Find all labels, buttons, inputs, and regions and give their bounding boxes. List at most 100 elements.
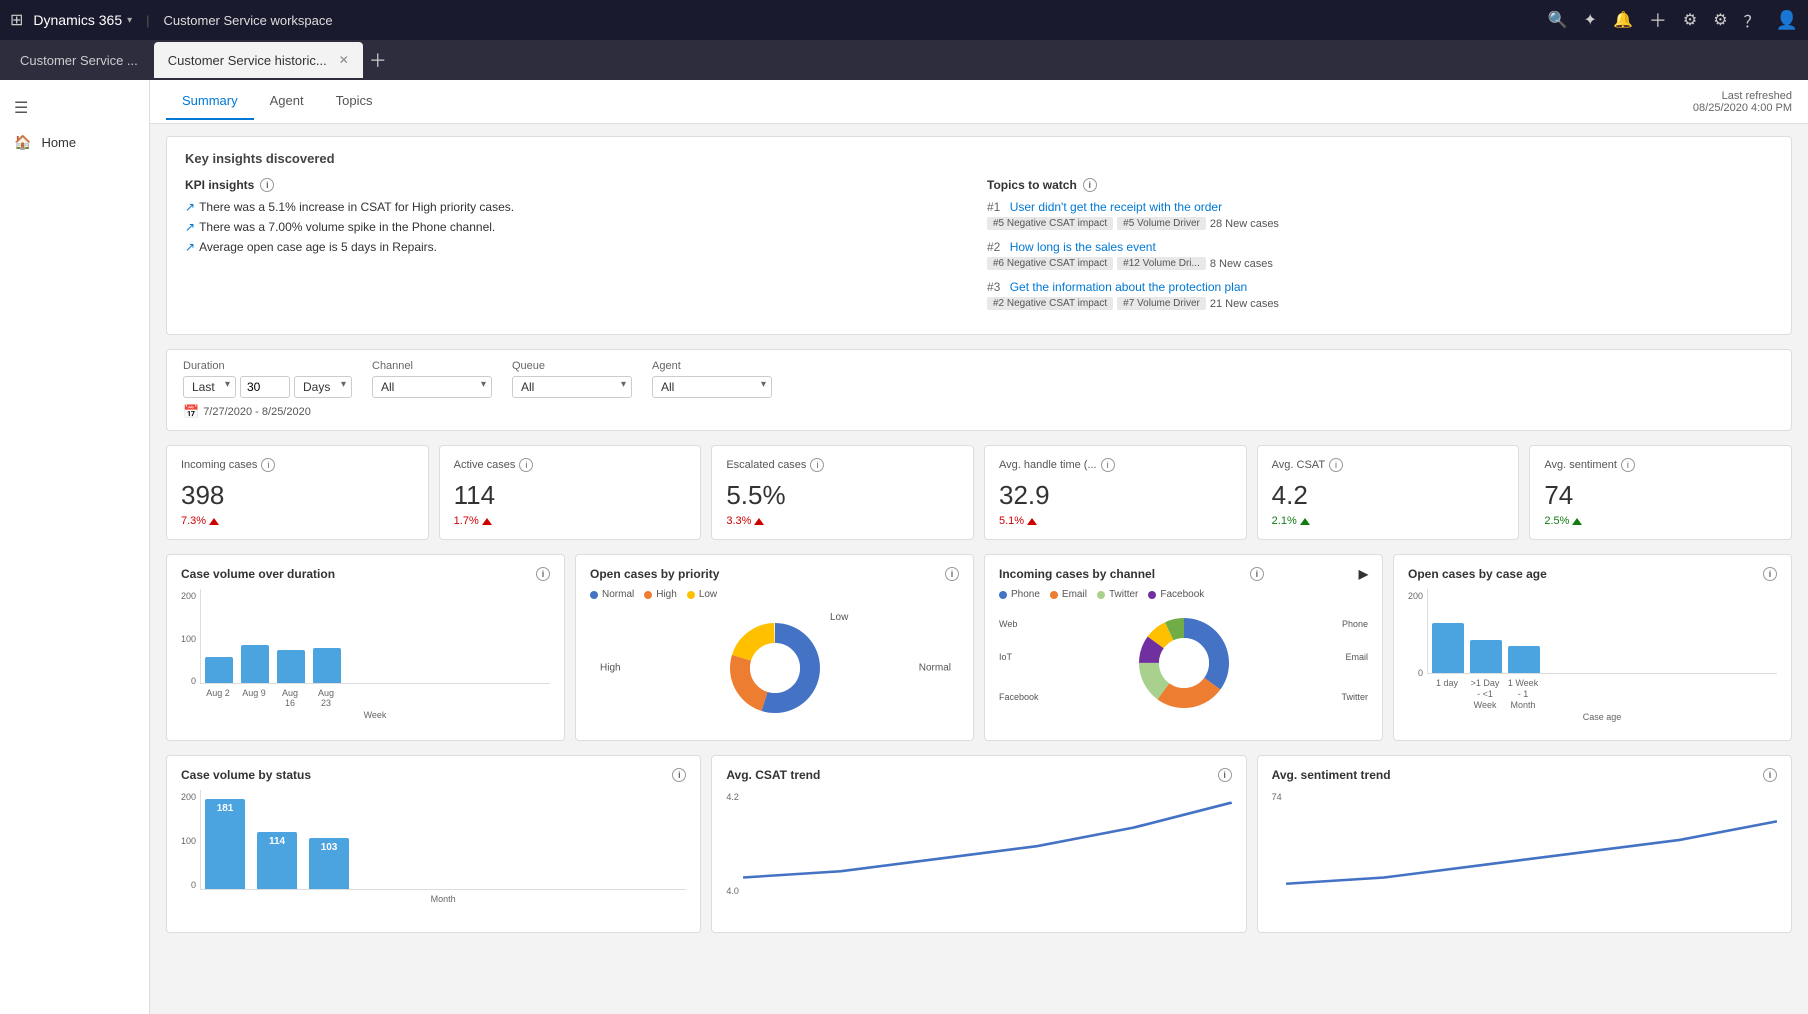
insights-card: Key insights discovered KPI insights i ↗… xyxy=(166,136,1792,335)
separator: | xyxy=(146,13,149,28)
sentiment-trend-info[interactable]: i xyxy=(1763,768,1777,782)
topic-tags-3: #2 Negative CSAT impact #7 Volume Driver… xyxy=(987,297,1773,310)
content-area: Summary Agent Topics Last refreshed 08/2… xyxy=(150,80,1808,1014)
priority-legend: Normal High Low xyxy=(590,589,959,600)
sidebar-home-label: Home xyxy=(41,135,76,150)
channel-select[interactable]: All xyxy=(372,376,492,398)
kpi-card-csat: Avg. CSAT i 4.2 2.1% xyxy=(1257,445,1520,540)
kpi-csat-title: Avg. CSAT i xyxy=(1272,458,1505,472)
duration-value-input[interactable] xyxy=(240,376,290,398)
topic-link-1[interactable]: User didn't get the receipt with the ord… xyxy=(1010,200,1222,214)
agent-filter: Agent All xyxy=(652,360,772,398)
settings-icon[interactable]: ⚙ xyxy=(1713,10,1727,30)
tab-add-icon[interactable]: ＋ xyxy=(369,47,387,73)
open-priority-info[interactable]: i xyxy=(945,567,959,581)
agent-label: Agent xyxy=(652,360,772,372)
channel-filter: Channel All xyxy=(372,360,492,398)
kpi-info-icon[interactable]: i xyxy=(260,178,274,192)
hamburger-icon[interactable]: ☰ xyxy=(0,90,149,126)
duration-type-select[interactable]: Last xyxy=(183,376,236,398)
open-age-chart: Open cases by case age i 200 0 xyxy=(1393,554,1792,741)
grid-icon[interactable]: ⊞ xyxy=(10,10,23,30)
status-chart-area: 200 100 0 181 xyxy=(181,790,686,920)
tab-customer-service-historic[interactable]: Customer Service historic... ✕ xyxy=(154,42,363,78)
channel-legend: Phone Email Twitter Facebook xyxy=(999,589,1368,600)
incoming-channel-chart: Incoming cases by channel i ▶ Phone Emai… xyxy=(984,554,1383,741)
channel-next-icon[interactable]: ▶ xyxy=(1359,567,1368,581)
tab-close-icon[interactable]: ✕ xyxy=(339,53,349,67)
bar-4 xyxy=(313,648,341,683)
copilot-icon[interactable]: ✦ xyxy=(1584,10,1597,30)
legend-twitter: Twitter xyxy=(1097,589,1138,600)
kpi-sentiment-info[interactable]: i xyxy=(1621,458,1635,472)
notifications-icon[interactable]: 🔔 xyxy=(1613,10,1633,30)
channel-label-twitter: Twitter xyxy=(1341,692,1368,702)
kpi-insight-2: ↗ There was a 7.00% volume spike in the … xyxy=(185,220,971,234)
home-icon: 🏠 xyxy=(14,134,31,151)
search-icon[interactable]: 🔍 xyxy=(1548,10,1568,30)
help-icon[interactable]: ？ xyxy=(1744,8,1760,32)
label-low: Low xyxy=(830,612,848,623)
bar-2 xyxy=(241,645,269,683)
topic-new-cases-2: 8 New cases xyxy=(1210,258,1273,270)
csat-line-main xyxy=(743,790,1232,900)
duration-unit-select[interactable]: Days xyxy=(294,376,352,398)
kpi-sentiment-value: 74 xyxy=(1544,480,1777,511)
age-bar-2 xyxy=(1470,640,1502,673)
scroll-content: Key insights discovered KPI insights i ↗… xyxy=(150,124,1808,945)
kpi-insights-section: KPI insights i ↗ There was a 5.1% increa… xyxy=(185,178,971,320)
last-refreshed: Last refreshed 08/25/2020 4:00 PM xyxy=(1693,90,1792,114)
legend-facebook: Facebook xyxy=(1148,589,1204,600)
sentiment-line-main xyxy=(1286,790,1777,900)
x-axis-title: Week xyxy=(200,710,550,720)
topic-rank-2: #2 xyxy=(987,240,1000,254)
case-status-info[interactable]: i xyxy=(672,768,686,782)
csat-trend-info[interactable]: i xyxy=(1218,768,1232,782)
kpi-sentiment-title: Avg. sentiment i xyxy=(1544,458,1777,472)
topic-link-3[interactable]: Get the information about the protection… xyxy=(1010,280,1248,294)
topic-tag-2-1: #6 Negative CSAT impact xyxy=(987,257,1113,270)
agent-select[interactable]: All xyxy=(652,376,772,398)
topic-link-2[interactable]: How long is the sales event xyxy=(1010,240,1156,254)
bar-wrap-4 xyxy=(313,648,341,683)
add-icon[interactable]: ＋ xyxy=(1649,7,1667,33)
bar-wrap-2 xyxy=(241,645,269,683)
topics-info-icon[interactable]: i xyxy=(1083,178,1097,192)
user-icon[interactable]: 👤 xyxy=(1776,10,1798,31)
kpi-incoming-info[interactable]: i xyxy=(261,458,275,472)
tab-summary[interactable]: Summary xyxy=(166,83,254,120)
incoming-channel-info[interactable]: i xyxy=(1250,567,1264,581)
kpi-escalated-info[interactable]: i xyxy=(810,458,824,472)
case-volume-info[interactable]: i xyxy=(536,567,550,581)
legend-high: High xyxy=(644,589,677,600)
status-bar-wrap-2: 114 xyxy=(257,832,297,889)
donut-chart-area: High Normal Low xyxy=(590,608,959,728)
insights-grid: KPI insights i ↗ There was a 5.1% increa… xyxy=(185,178,1773,320)
kpi-sentiment-change: 2.5% xyxy=(1544,515,1777,527)
kpi-insights-title: KPI insights i xyxy=(185,178,971,192)
kpi-card-sentiment: Avg. sentiment i 74 2.5% xyxy=(1529,445,1792,540)
channel-label-facebook: Facebook xyxy=(999,692,1039,702)
filter-row: Duration Last Days xyxy=(183,360,1775,398)
sidebar-item-home[interactable]: 🏠 Home xyxy=(0,126,149,159)
filter-icon[interactable]: ⚙ xyxy=(1683,10,1697,30)
topics-title: Topics to watch i xyxy=(987,178,1773,192)
app-name[interactable]: Dynamics 365 ▾ xyxy=(33,12,132,28)
legend-dot-high xyxy=(644,591,652,599)
sentiment-trend-title: Avg. sentiment trend i xyxy=(1272,768,1777,782)
tab-agent[interactable]: Agent xyxy=(254,83,320,120)
kpi-active-info[interactable]: i xyxy=(519,458,533,472)
tab-customer-service[interactable]: Customer Service ... xyxy=(6,42,152,78)
kpi-handle-info[interactable]: i xyxy=(1101,458,1115,472)
queue-label: Queue xyxy=(512,360,632,372)
legend-low: Low xyxy=(687,589,717,600)
kpi-insight-3: ↗ Average open case age is 5 days in Rep… xyxy=(185,240,971,254)
topic-rank-1: #1 xyxy=(987,200,1000,214)
channel-label-iot: IoT xyxy=(999,652,1012,662)
bar-3 xyxy=(277,650,305,683)
open-age-info[interactable]: i xyxy=(1763,567,1777,581)
tab-topics[interactable]: Topics xyxy=(320,83,389,120)
kpi-csat-info[interactable]: i xyxy=(1329,458,1343,472)
age-bar-3 xyxy=(1508,646,1540,673)
queue-select[interactable]: All xyxy=(512,376,632,398)
